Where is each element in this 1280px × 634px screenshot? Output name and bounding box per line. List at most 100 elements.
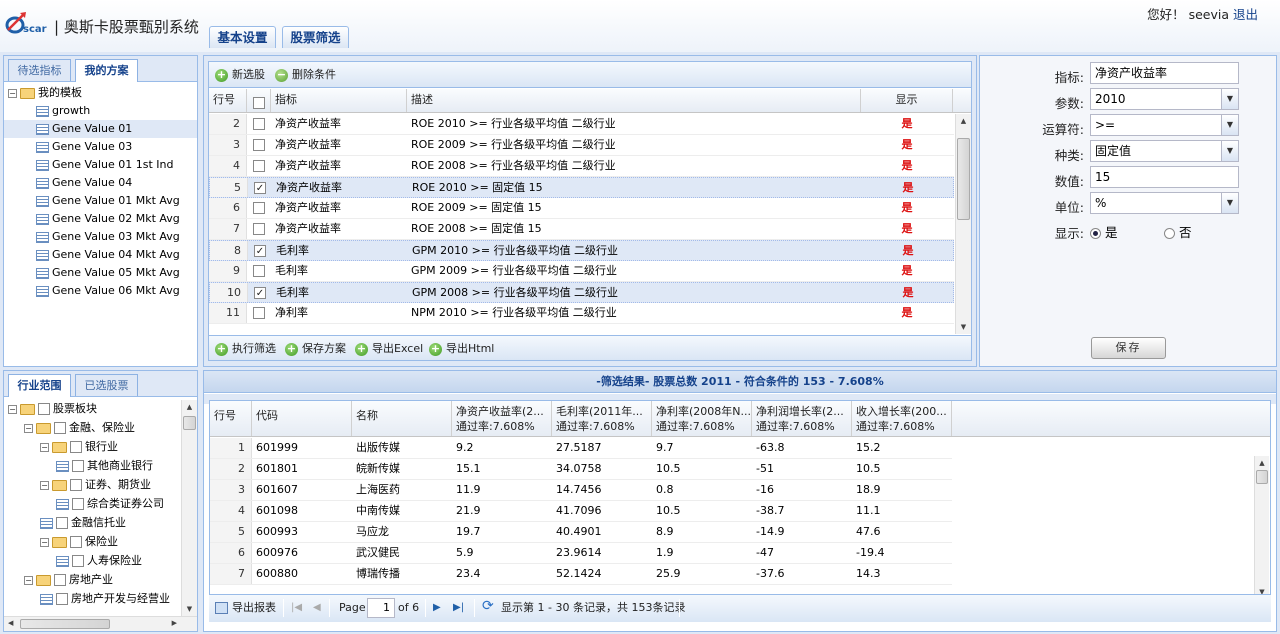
plan-tree-node[interactable]: Gene Value 03 Mkt Avg (4, 228, 197, 246)
run-screening-button[interactable]: + 执行筛选 (215, 341, 276, 357)
refresh-icon[interactable]: ⟳ (482, 599, 494, 613)
result-row[interactable]: 1 601999 出版传媒 9.2 27.5187 9.7 -63.8 15.2 (210, 438, 952, 459)
industry-tree-node[interactable]: − 房地产业 (4, 571, 113, 589)
industry-tree-node[interactable]: − 银行业 (4, 438, 118, 456)
row-checkbox[interactable] (253, 223, 265, 235)
row-checkbox[interactable] (253, 307, 265, 319)
tree-node-checkbox[interactable] (72, 498, 84, 510)
condition-row[interactable]: 11 净利率 NPM 2010 >= 行业各级平均值 二级行业 是 (209, 303, 954, 324)
show-yes-option[interactable]: 是 (1090, 222, 1118, 241)
condition-row[interactable]: 2 净资产收益率 ROE 2010 >= 行业各级平均值 二级行业 是 (209, 114, 954, 135)
row-checkbox-cell[interactable] (248, 178, 272, 197)
select-all-checkbox[interactable] (253, 96, 265, 109)
industry-tree-node[interactable]: − 金融、保险业 (4, 419, 135, 437)
condition-row[interactable]: 7 净资产收益率 ROE 2008 >= 固定值 15 是 (209, 219, 954, 240)
condition-row[interactable]: 3 净资产收益率 ROE 2009 >= 行业各级平均值 二级行业 是 (209, 135, 954, 156)
save-condition-button[interactable]: 保存 (1091, 337, 1166, 359)
type-select[interactable]: 固定值 ▼ (1090, 140, 1239, 162)
tree-node-checkbox[interactable] (54, 422, 66, 434)
row-checkbox-cell[interactable] (247, 219, 271, 239)
export-html-button[interactable]: + 导出Html (429, 341, 494, 357)
row-checkbox-cell[interactable] (248, 283, 272, 302)
tree-node-checkbox[interactable] (72, 555, 84, 567)
plan-tree-node[interactable]: Gene Value 05 Mkt Avg (4, 264, 197, 282)
result-row[interactable]: 6 600976 武汉健民 5.9 23.9614 1.9 -47 -19.4 (210, 543, 952, 564)
row-checkbox-cell[interactable] (247, 198, 271, 218)
condition-row[interactable]: 8 毛利率 GPM 2010 >= 行业各级平均值 二级行业 是 (209, 240, 954, 261)
scroll-thumb[interactable] (1256, 470, 1268, 484)
condition-row[interactable]: 6 净资产收益率 ROE 2009 >= 固定值 15 是 (209, 198, 954, 219)
save-plan-button[interactable]: + 保存方案 (285, 341, 346, 357)
col-show[interactable]: 显示 (861, 89, 953, 112)
industry-tree-node[interactable]: 人寿保险业 (4, 552, 142, 570)
scroll-up-arrow-icon[interactable]: ▲ (182, 400, 197, 414)
tree-node-checkbox[interactable] (70, 441, 82, 453)
industry-tree-node[interactable]: 金融信托业 (4, 514, 126, 532)
row-checkbox[interactable] (254, 182, 266, 194)
col-description[interactable]: 描述 (407, 89, 861, 112)
operator-select[interactable]: >= ▼ (1090, 114, 1239, 136)
collapse-icon[interactable]: − (40, 537, 49, 547)
results-col-header[interactable]: 净资产收益率(2... 通过率:7.608% (452, 401, 552, 436)
row-checkbox-cell[interactable] (247, 135, 271, 155)
row-checkbox[interactable] (253, 265, 265, 277)
chevron-down-icon[interactable]: ▼ (1221, 141, 1238, 161)
result-row[interactable]: 5 600993 马应龙 19.7 40.4901 8.9 -14.9 47.6 (210, 522, 952, 543)
industry-tree-node[interactable]: − 保险业 (4, 533, 118, 551)
tab-industry-scope[interactable]: 行业范围 (8, 374, 71, 397)
collapse-icon[interactable]: − (24, 423, 33, 433)
results-col-header[interactable]: 毛利率(2011年... 通过率:7.608% (552, 401, 652, 436)
scroll-thumb[interactable] (957, 138, 970, 220)
page-number-input[interactable]: 1 (367, 598, 395, 618)
tree-node-checkbox[interactable] (56, 593, 68, 605)
tab-stock-screening[interactable]: 股票筛选 (282, 26, 349, 48)
row-checkbox-cell[interactable] (248, 241, 272, 260)
tab-my-plans[interactable]: 我的方案 (75, 59, 138, 82)
export-excel-button[interactable]: + 导出Excel (355, 341, 423, 357)
unit-select[interactable]: % ▼ (1090, 192, 1239, 214)
value-field[interactable]: 15 (1090, 166, 1239, 188)
last-page-icon[interactable]: ▶| (453, 602, 464, 614)
scroll-thumb[interactable] (183, 416, 196, 430)
industry-tree-node[interactable]: − 证券、期货业 (4, 476, 151, 494)
chevron-down-icon[interactable]: ▼ (1221, 193, 1238, 213)
condition-row[interactable]: 4 净资产收益率 ROE 2008 >= 行业各级平均值 二级行业 是 (209, 156, 954, 177)
tree-node-checkbox[interactable] (72, 460, 84, 472)
col-select-all[interactable] (247, 89, 271, 112)
scroll-right-arrow-icon[interactable]: ▶ (172, 619, 177, 627)
show-no-option[interactable]: 否 (1164, 222, 1192, 241)
chevron-down-icon[interactable]: ▼ (1221, 89, 1238, 109)
industry-tree-node[interactable]: 综合类证券公司 (4, 495, 164, 513)
row-checkbox-cell[interactable] (247, 114, 271, 134)
industry-tree-hscrollbar[interactable]: ◀ ▶ (4, 616, 197, 631)
tree-node-checkbox[interactable] (56, 517, 68, 529)
results-col-header[interactable]: 收入增长率(200... 通过率:7.608% (852, 401, 952, 436)
condition-row[interactable]: 5 净资产收益率 ROE 2010 >= 固定值 15 是 (209, 177, 954, 198)
delete-condition-button[interactable]: − 删除条件 (275, 67, 336, 83)
result-row[interactable]: 3 601607 上海医药 11.9 14.7456 0.8 -16 18.9 (210, 480, 952, 501)
show-no-radio[interactable] (1164, 228, 1175, 239)
results-col-header[interactable]: 净利率(2008年N... 通过率:7.608% (652, 401, 752, 436)
condition-row[interactable]: 9 毛利率 GPM 2009 >= 行业各级平均值 二级行业 是 (209, 261, 954, 282)
show-yes-radio[interactable] (1090, 228, 1101, 239)
conditions-vscrollbar[interactable]: ▲ ▼ (955, 114, 971, 334)
plan-tree-node[interactable]: Gene Value 06 Mkt Avg (4, 282, 197, 300)
export-report-button[interactable]: 导出报表 (215, 595, 276, 622)
condition-row[interactable]: 10 毛利率 GPM 2008 >= 行业各级平均值 二级行业 是 (209, 282, 954, 303)
plan-tree-node[interactable]: − 我的模板 (4, 84, 197, 102)
row-checkbox[interactable] (253, 118, 265, 130)
row-checkbox[interactable] (253, 202, 265, 214)
collapse-icon[interactable]: − (8, 88, 17, 98)
result-row[interactable]: 2 601801 皖新传媒 15.1 34.0758 10.5 -51 10.5 (210, 459, 952, 480)
metric-field[interactable]: 净资产收益率 (1090, 62, 1239, 84)
results-vscrollbar[interactable]: ▲ ▼ (1254, 456, 1269, 599)
first-page-icon[interactable]: |◀ (291, 602, 302, 614)
add-stock-button[interactable]: + 新选股 (215, 67, 265, 83)
collapse-icon[interactable]: − (40, 480, 49, 490)
hscroll-thumb[interactable] (20, 619, 110, 629)
col-row-no[interactable]: 行号 (209, 89, 247, 112)
next-page-icon[interactable]: ▶ (433, 602, 441, 614)
param-select[interactable]: 2010 ▼ (1090, 88, 1239, 110)
scroll-up-arrow-icon[interactable]: ▲ (1255, 456, 1269, 470)
row-checkbox-cell[interactable] (247, 303, 271, 323)
